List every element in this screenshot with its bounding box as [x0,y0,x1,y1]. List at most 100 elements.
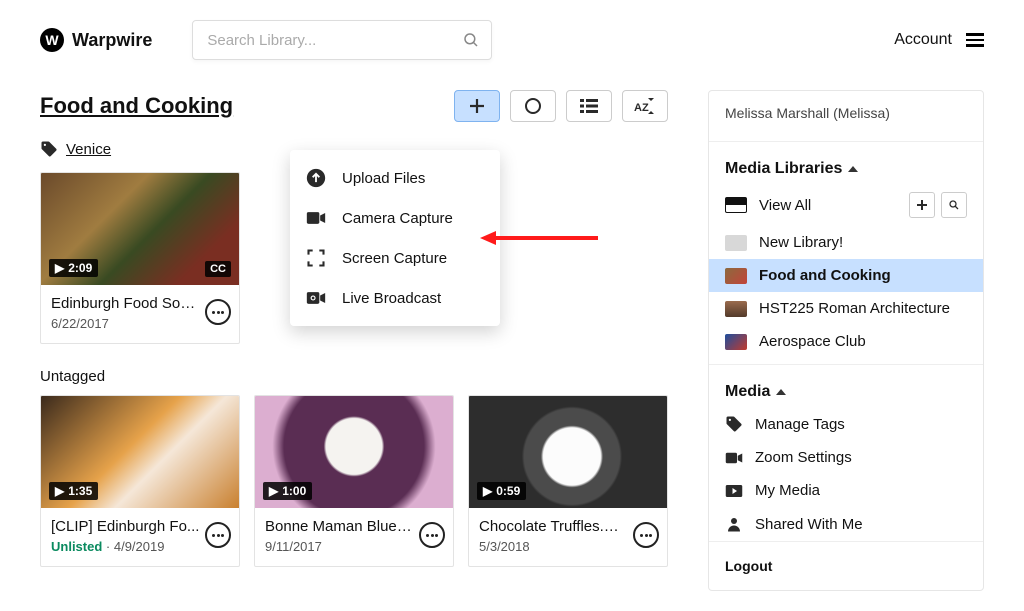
sidebar-item-label: Zoom Settings [755,449,852,466]
more-icon [212,311,224,314]
dropdown-item-screen-capture[interactable]: Screen Capture [290,238,500,278]
search-icon [948,199,960,211]
svg-text:AZ: AZ [634,102,649,114]
sidebar-item-my-media[interactable]: My Media [709,474,983,507]
brand-name: Warpwire [72,30,152,51]
dropdown-item-camera-capture[interactable]: Camera Capture [290,198,500,238]
library-thumb [725,235,747,251]
library-thumb [725,301,747,317]
logout-link[interactable]: Logout [709,541,983,590]
thumbnail[interactable]: ▶ 1:35 [41,396,239,508]
play-icon [725,484,743,498]
brand-badge: W [40,28,64,52]
sidebar-item-label: HST225 Roman Architecture [759,300,950,317]
add-dropdown: Upload Files Camera Capture Screen Captu… [290,150,500,326]
library-thumb [725,334,747,350]
dropdown-item-label: Camera Capture [342,210,453,227]
annotation-arrow [480,228,600,248]
more-icon [426,534,438,537]
upload-icon [306,168,326,188]
sidebar: Melissa Marshall (Melissa) Media Librari… [708,90,984,591]
screen-capture-icon [306,248,326,268]
card-title: [CLIP] Edinburgh Fo... [51,518,201,535]
thumbnail[interactable]: ▶ 0:59 [469,396,667,508]
view-toolbar: AZ [454,90,668,122]
sidebar-item-food-and-cooking[interactable]: Food and Cooking [709,259,983,292]
card-more-button[interactable] [205,522,231,548]
dropdown-item-label: Upload Files [342,170,425,187]
page-title[interactable]: Food and Cooking [40,93,233,119]
search-library-button[interactable] [941,192,967,218]
sidebar-item-new-library[interactable]: New Library! [709,226,983,259]
list-icon [580,99,598,113]
add-library-button[interactable] [909,192,935,218]
tag-link-venice[interactable]: Venice [66,141,111,158]
card-title: Edinburgh Food Soci... [51,295,201,312]
card-more-button[interactable] [205,299,231,325]
dropdown-item-live-broadcast[interactable]: Live Broadcast [290,278,500,318]
sidebar-item-label: My Media [755,482,820,499]
duration-badge: ▶ 1:00 [263,482,312,500]
media-card[interactable]: ▶ 2:09 CC Edinburgh Food Soci... 6/22/20… [40,172,240,344]
sort-az-icon: AZ [634,98,656,114]
person-icon [725,515,743,533]
sidebar-item-roman-architecture[interactable]: HST225 Roman Architecture [709,292,983,325]
circle-icon [524,97,542,115]
card-title: Bonne Maman Blueb... [265,518,415,535]
library-thumb [725,197,747,213]
camera-icon [306,208,326,228]
menu-icon[interactable] [966,33,984,47]
media-card[interactable]: ▶ 0:59 Chocolate Truffles.mp4 5/3/2018 [468,395,668,567]
media-card[interactable]: ▶ 1:35 [CLIP] Edinburgh Fo... Unlisted ·… [40,395,240,567]
sort-button[interactable]: AZ [622,90,668,122]
media-card[interactable]: ▶ 1:00 Bonne Maman Blueb... 9/11/2017 [254,395,454,567]
sidebar-item-aerospace-club[interactable]: Aerospace Club [709,325,983,358]
sidebar-item-manage-tags[interactable]: Manage Tags [709,407,983,441]
duration-badge: ▶ 1:35 [49,482,98,500]
thumbnail[interactable]: ▶ 2:09 CC [41,173,239,285]
dropdown-item-upload-files[interactable]: Upload Files [290,158,500,198]
plus-icon [916,199,928,211]
list-view-button[interactable] [566,90,612,122]
broadcast-icon [306,288,326,308]
card-title: Chocolate Truffles.mp4 [479,518,629,535]
more-icon [212,534,224,537]
tag-icon [40,140,58,158]
card-date: 5/3/2018 [479,539,657,554]
search-wrapper [192,20,492,60]
duration-badge: ▶ 0:59 [477,482,526,500]
sidebar-item-shared-with-me[interactable]: Shared With Me [709,507,983,541]
library-thumb [725,268,747,284]
duration-badge: ▶ 2:09 [49,259,98,277]
plus-icon [469,98,485,114]
chevron-up-icon [848,166,858,172]
dropdown-item-label: Screen Capture [342,250,447,267]
section-label-untagged: Untagged [40,368,668,385]
sidebar-user: Melissa Marshall (Melissa) [709,91,983,135]
card-subtitle: Unlisted · 4/9/2019 [51,539,229,554]
sidebar-heading-media[interactable]: Media [709,371,983,407]
record-button[interactable] [510,90,556,122]
card-more-button[interactable] [419,522,445,548]
add-button[interactable] [454,90,500,122]
sidebar-item-label: Shared With Me [755,516,863,533]
more-icon [640,534,652,537]
account-link[interactable]: Account [894,31,952,49]
app-header: W Warpwire Account [0,0,1024,70]
sidebar-item-label: Food and Cooking [759,267,891,284]
sidebar-item-zoom-settings[interactable]: Zoom Settings [709,441,983,474]
card-date: 6/22/2017 [51,316,229,331]
card-more-button[interactable] [633,522,659,548]
sidebar-item-label: View All [759,197,811,214]
thumbnail[interactable]: ▶ 1:00 [255,396,453,508]
sidebar-item-view-all[interactable]: View All [709,184,983,226]
chevron-up-icon [776,389,786,395]
sidebar-heading-libraries[interactable]: Media Libraries [709,148,983,184]
cc-badge: CC [205,261,231,277]
dropdown-item-label: Live Broadcast [342,290,441,307]
brand-logo[interactable]: W Warpwire [40,28,152,52]
search-input[interactable] [192,20,492,60]
sidebar-item-label: Aerospace Club [759,333,866,350]
sidebar-item-label: New Library! [759,234,843,251]
search-icon[interactable] [462,31,480,49]
